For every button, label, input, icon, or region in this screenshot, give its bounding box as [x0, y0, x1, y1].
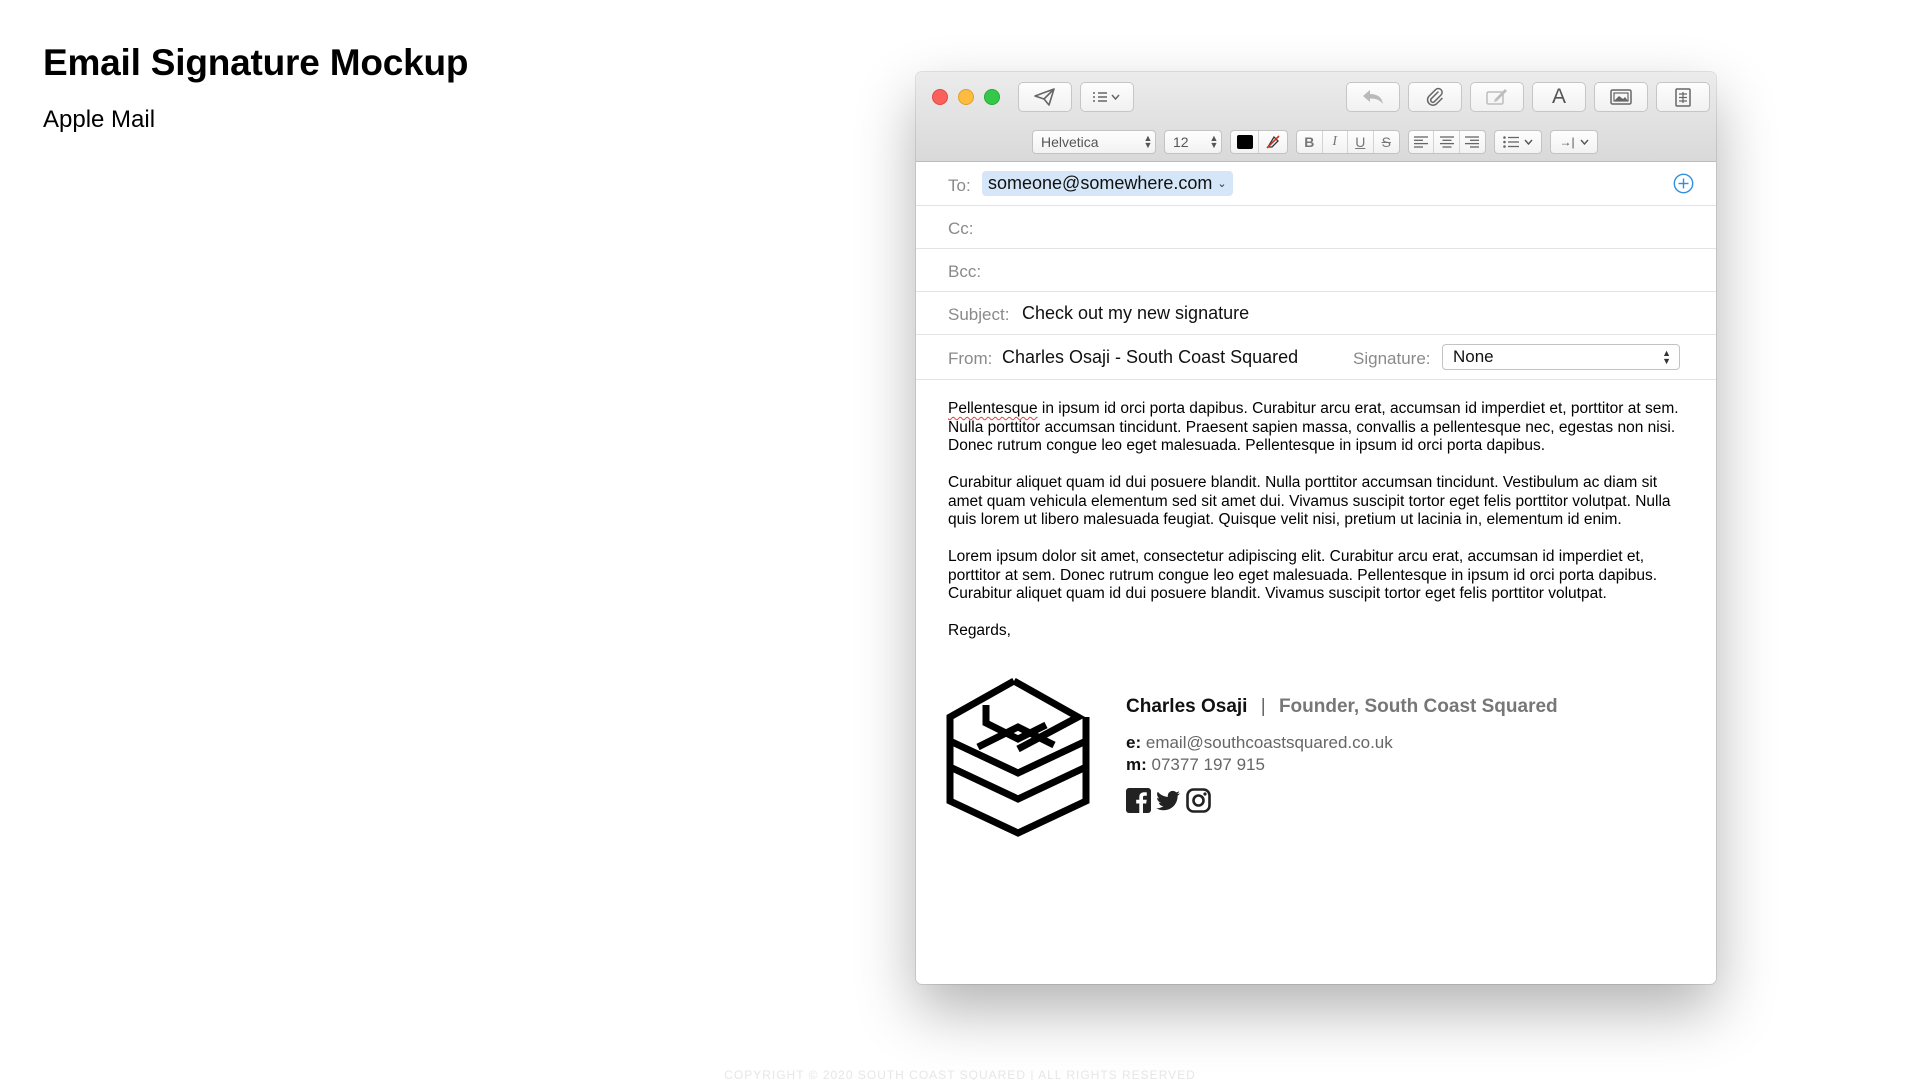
attach-button[interactable]	[1408, 82, 1462, 112]
signature-separator: |	[1260, 696, 1266, 717]
reply-button[interactable]	[1346, 82, 1400, 112]
body-paragraph: Lorem ipsum dolor sit amet, consectetur …	[948, 548, 1658, 602]
photo-browser-icon	[1610, 89, 1632, 105]
alignment-controls	[1408, 130, 1486, 154]
attach-icon	[1426, 87, 1443, 106]
font-size-value: 12	[1173, 134, 1189, 150]
updown-arrows-icon: ▲ ▼	[1662, 348, 1671, 366]
add-contact-icon[interactable]	[1673, 173, 1694, 194]
send-icon	[1034, 88, 1055, 106]
body-paragraph-text: in ipsum id orci porta dapibus. Curabitu…	[948, 400, 1679, 454]
updown-arrows-icon: ▲ ▼	[1143, 133, 1153, 150]
signature-job-title: Founder, South Coast Squared	[1278, 696, 1558, 717]
email-label: e:	[1126, 733, 1142, 752]
italic-button[interactable]: I	[1323, 131, 1348, 153]
signature-mobile-line: m: 07377 197 915	[1126, 755, 1265, 775]
cc-row[interactable]: Cc:	[916, 206, 1716, 249]
photo-browser-button[interactable]	[1594, 82, 1648, 112]
mobile-label: m:	[1126, 755, 1147, 774]
close-window-button[interactable]	[932, 89, 948, 105]
no-background-color-icon	[1266, 135, 1280, 149]
body-paragraph: Pellentesque in ipsum id orci porta dapi…	[948, 400, 1688, 456]
text-color-button[interactable]	[1231, 131, 1260, 153]
to-label: To:	[948, 176, 971, 195]
instagram-icon[interactable]	[1186, 788, 1211, 813]
markup-icon	[1486, 89, 1507, 105]
bulleted-list-icon	[1503, 136, 1519, 148]
page-subtitle: Apple Mail	[43, 106, 156, 133]
signature-name: Charles Osaji	[1126, 696, 1248, 717]
bcc-label: Bcc:	[948, 262, 982, 281]
font-family-select[interactable]: Helvetica ▲ ▼	[1032, 130, 1156, 154]
chevron-down-icon: ⌄	[1217, 178, 1227, 190]
subject-field[interactable]: Check out my new signature	[1022, 303, 1249, 324]
chevron-down-icon	[1580, 139, 1589, 145]
updown-arrows-icon: ▲ ▼	[1209, 133, 1219, 150]
font-size-select[interactable]: 12 ▲ ▼	[1164, 130, 1222, 154]
font-family-value: Helvetica	[1041, 134, 1099, 150]
south-coast-squared-logo-icon	[946, 677, 1090, 837]
twitter-icon[interactable]	[1156, 788, 1181, 813]
format-button[interactable]: A	[1532, 82, 1586, 112]
closing-line: Regards,	[948, 622, 1011, 639]
signature-header: Charles Osaji | Founder, South Coast Squ…	[1126, 696, 1558, 718]
stationery-icon	[1675, 87, 1691, 107]
stationery-button[interactable]	[1656, 82, 1710, 112]
reply-icon	[1363, 90, 1383, 104]
signature-email-link[interactable]: email@southcoastsquared.co.uk	[1146, 733, 1393, 752]
indent-icon: →|	[1559, 135, 1575, 149]
cc-label: Cc:	[948, 219, 974, 238]
window-toolbar: A Helvetica ▲ ▼ 12 ▲ ▼ B I U S →|	[916, 72, 1716, 162]
from-select[interactable]: Charles Osaji - South Coast Squared	[1002, 347, 1298, 368]
indent-select[interactable]: →|	[1550, 130, 1598, 154]
minimize-window-button[interactable]	[958, 89, 974, 105]
zoom-window-button[interactable]	[984, 89, 1000, 105]
bold-button[interactable]: B	[1297, 131, 1323, 153]
align-right-icon	[1465, 136, 1480, 148]
copyright-footer: COPYRIGHT © 2020 SOUTH COAST SQUARED | A…	[724, 1068, 1196, 1080]
signature-select[interactable]: None ▲ ▼	[1442, 344, 1680, 370]
align-center-icon	[1439, 136, 1454, 148]
subject-row[interactable]: Subject: Check out my new signature	[916, 292, 1716, 335]
body-paragraph: Curabitur aliquet quam id dui posuere bl…	[948, 474, 1671, 528]
to-row: To: someone@somewhere.com ⌄	[916, 163, 1716, 206]
color-controls	[1230, 130, 1288, 154]
align-right-button[interactable]	[1460, 131, 1485, 153]
recipient-token[interactable]: someone@somewhere.com ⌄	[982, 171, 1233, 196]
message-body[interactable]: Pellentesque in ipsum id orci porta dapi…	[948, 400, 1688, 659]
signature-label: Signature:	[1353, 349, 1431, 368]
text-style-controls: B I U S	[1296, 130, 1400, 154]
send-button[interactable]	[1018, 82, 1072, 112]
page-title: Email Signature Mockup	[43, 42, 469, 83]
chevron-down-icon	[1524, 139, 1533, 145]
from-row: From: Charles Osaji - South Coast Square…	[916, 335, 1716, 380]
list-style-select[interactable]	[1494, 130, 1542, 154]
markup-button[interactable]	[1470, 82, 1524, 112]
header-fields-icon	[1093, 92, 1120, 102]
misspelled-word: Pellentesque	[948, 400, 1038, 417]
signature-select-value: None	[1453, 347, 1494, 366]
align-center-button[interactable]	[1434, 131, 1460, 153]
background-color-button[interactable]	[1259, 131, 1287, 153]
facebook-icon[interactable]	[1126, 788, 1151, 813]
recipient-address: someone@somewhere.com	[988, 173, 1213, 193]
subject-label: Subject:	[948, 305, 1010, 324]
from-label: From:	[948, 349, 993, 368]
bcc-row[interactable]: Bcc:	[916, 249, 1716, 292]
text-color-swatch-icon	[1236, 135, 1253, 149]
mail-compose-window: A Helvetica ▲ ▼ 12 ▲ ▼ B I U S →| To: so…	[916, 72, 1716, 984]
align-left-button[interactable]	[1409, 131, 1435, 153]
underline-button[interactable]: U	[1348, 131, 1374, 153]
signature-mobile-number: 07377 197 915	[1151, 755, 1265, 774]
align-left-icon	[1414, 136, 1429, 148]
header-fields-button[interactable]	[1080, 82, 1134, 112]
strikethrough-button[interactable]: S	[1374, 131, 1399, 153]
signature-email-line: e: email@southcoastsquared.co.uk	[1126, 733, 1393, 753]
